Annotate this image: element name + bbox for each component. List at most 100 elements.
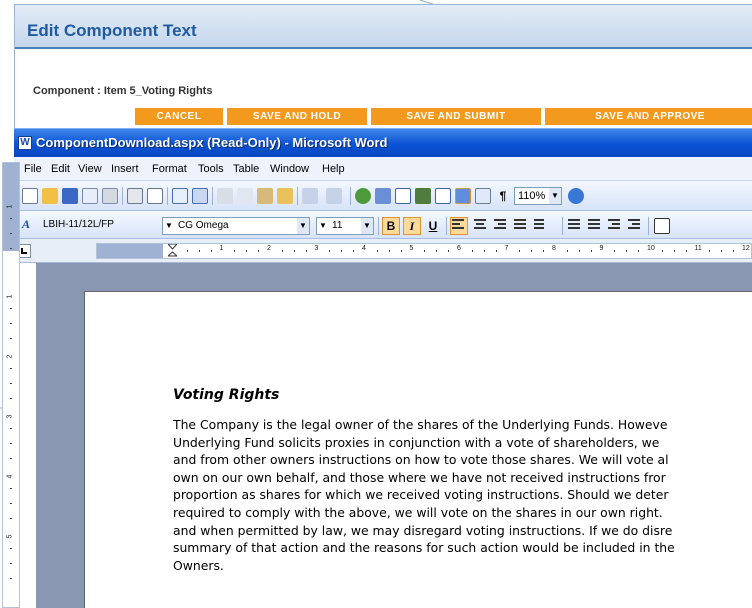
format-painter-icon[interactable] [277,188,293,204]
decrease-indent-icon[interactable] [608,219,622,233]
permission-icon[interactable] [82,188,98,204]
horizontal-ruler[interactable]: 1 2 3 4 5 6 7 8 9 10 11 12 [96,243,752,259]
ruler-tick [578,250,580,252]
menu-table[interactable]: Table [233,163,259,175]
document-line: The Company is the legal owner of the sh… [173,417,668,432]
window-titlebar[interactable]: W ComponentDownload.aspx (Read-Only) - M… [14,128,752,157]
justify-icon[interactable] [514,219,528,233]
ruler-tick [329,250,331,252]
chevron-down-icon[interactable]: ▼ [361,218,373,234]
ruler-left-margin [97,244,163,258]
document-line: summary of that action and the reasons f… [173,540,675,556]
menu-edit[interactable]: Edit [51,163,70,175]
ruler-number: 8 [552,245,556,252]
underline-button[interactable]: U [424,217,442,235]
ruler-tick [566,250,568,252]
increase-indent-icon[interactable] [628,219,642,233]
ruler-tick [543,250,545,252]
ruler-tick [471,250,473,252]
cut-icon[interactable] [217,188,233,204]
new-document-icon[interactable] [22,188,38,204]
ruler-tick [436,250,438,252]
chevron-down-icon[interactable]: ▼ [549,188,561,204]
ruler-tick [10,323,12,324]
ruler-tick [281,250,283,252]
word-app-icon: W [18,136,32,150]
copy-icon[interactable] [237,188,253,204]
toolbar-separator [297,187,298,205]
menu-format[interactable]: Format [152,163,187,175]
ruler-tick [531,250,533,252]
columns-icon[interactable] [435,188,451,204]
ruler-tick [721,250,723,252]
vertical-ruler[interactable]: 1 1 2 3 4 5 [2,162,20,608]
align-left-button[interactable] [450,217,468,235]
zoom-dropdown[interactable]: 110% ▼ [514,187,562,205]
print-preview-icon[interactable] [147,188,163,204]
document-body: The Company is the legal owner of the sh… [173,416,752,574]
chevron-down-icon[interactable]: ▼ [319,218,327,234]
ruler-tick [10,518,12,519]
ruler-tick [353,250,355,252]
indent-marker-icon[interactable] [168,244,177,258]
show-hide-pilcrow-icon[interactable]: ¶ [494,187,512,205]
ruler-tick [10,368,12,369]
ruler-tick [246,250,248,252]
help-icon[interactable] [568,188,584,204]
style-dropdown[interactable]: LBIH-11/12L/FP [40,217,156,235]
ruler-tick [210,250,212,252]
font-size-dropdown[interactable]: ▼ 11 ▼ [316,217,374,235]
ruler-tick [673,250,675,252]
borders-icon[interactable] [654,218,670,234]
paste-icon[interactable] [257,188,273,204]
ruler-number: 10 [647,245,655,252]
menu-view[interactable]: View [78,163,102,175]
save-and-submit-button[interactable]: SAVE AND SUBMIT [371,108,541,125]
standard-toolbar: ¶ 110% ▼ [14,181,752,211]
ruler-tick [10,578,12,579]
redo-icon[interactable] [326,188,342,204]
insert-excel-icon[interactable] [415,188,431,204]
menu-window[interactable]: Window [270,163,309,175]
ruler-tick [376,250,378,252]
menu-insert[interactable]: Insert [111,163,139,175]
bold-button[interactable]: B [382,217,400,235]
save-disk-icon[interactable] [62,188,78,204]
styles-formatting-icon[interactable]: A [22,217,38,233]
tables-borders-icon[interactable] [375,188,391,204]
line-spacing-icon[interactable] [534,219,548,233]
align-right-icon[interactable] [494,219,508,233]
document-map-icon[interactable] [475,188,491,204]
email-icon[interactable] [102,188,118,204]
document-page[interactable]: Voting Rights The Company is the legal o… [84,291,752,608]
zoom-value: 110% [518,190,546,202]
ruler-tick [10,458,12,459]
chevron-down-icon[interactable]: ▼ [165,218,173,234]
open-folder-icon[interactable] [42,188,58,204]
ruler-tick [448,250,450,252]
numbering-icon[interactable] [568,219,582,233]
font-dropdown[interactable]: ▼ CG Omega ▼ [162,217,310,235]
menu-tools[interactable]: Tools [198,163,224,175]
ruler-number: 7 [504,245,509,252]
cancel-button[interactable]: CANCEL [135,108,223,125]
toolbar-separator [648,217,649,235]
italic-button[interactable]: I [403,217,421,235]
undo-icon[interactable] [302,188,318,204]
ruler-number: 4 [362,245,366,252]
save-and-hold-button[interactable]: SAVE AND HOLD [227,108,367,125]
print-icon[interactable] [127,188,143,204]
ruler-bar: 1 2 3 4 5 6 7 8 9 10 11 12 [14,239,752,263]
ruler-number: 11 [694,245,702,252]
drawing-icon[interactable] [455,188,471,204]
insert-table-icon[interactable] [395,188,411,204]
align-center-icon[interactable] [474,219,488,233]
spelling-icon[interactable] [172,188,188,204]
menu-file[interactable]: File [24,163,42,175]
save-and-approve-button[interactable]: SAVE AND APPROVE [545,108,752,125]
research-icon[interactable] [192,188,208,204]
chevron-down-icon[interactable]: ▼ [297,218,309,234]
hyperlink-icon[interactable] [355,188,371,204]
bullets-icon[interactable] [588,219,602,233]
menu-help[interactable]: Help [322,163,345,175]
